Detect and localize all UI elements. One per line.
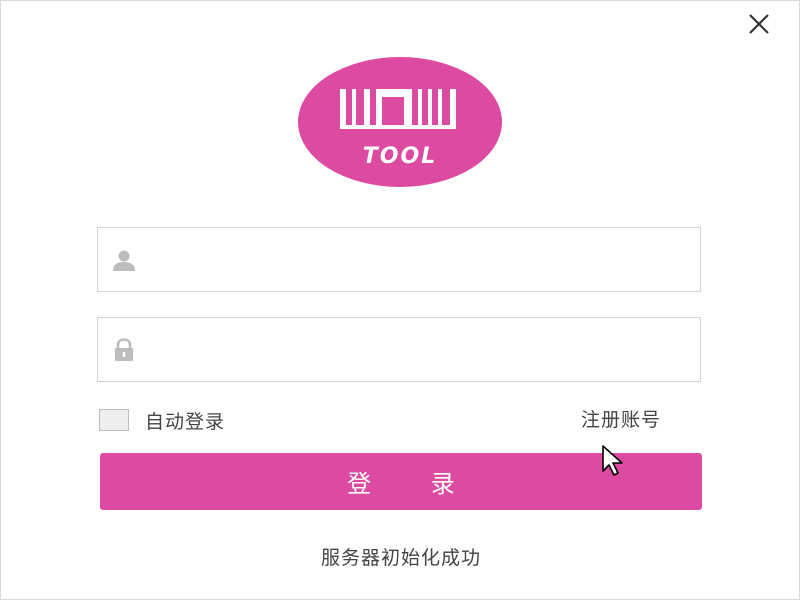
login-window: TOOL 自动登录 注册账号 登 录 服务器初始化成功	[0, 0, 800, 600]
auto-login-checkbox[interactable]	[99, 409, 129, 431]
user-icon	[113, 250, 135, 271]
password-field[interactable]	[97, 317, 701, 382]
register-link[interactable]: 注册账号	[581, 405, 661, 432]
login-button-label: 登 录	[347, 470, 481, 498]
username-field[interactable]	[97, 227, 701, 292]
status-text: 服务器初始化成功	[320, 547, 481, 569]
password-input[interactable]	[152, 326, 686, 376]
auto-login-label: 自动登录	[145, 410, 226, 433]
close-button[interactable]	[743, 9, 775, 39]
logo-text: TOOL	[363, 144, 437, 169]
username-input[interactable]	[152, 236, 686, 286]
login-button[interactable]: 登 录	[100, 453, 702, 510]
barcode-icon	[340, 89, 456, 129]
app-logo: TOOL	[298, 57, 502, 187]
auto-login-option[interactable]: 自动登录	[99, 407, 225, 433]
lock-icon	[115, 338, 133, 361]
close-icon[interactable]	[743, 9, 775, 39]
